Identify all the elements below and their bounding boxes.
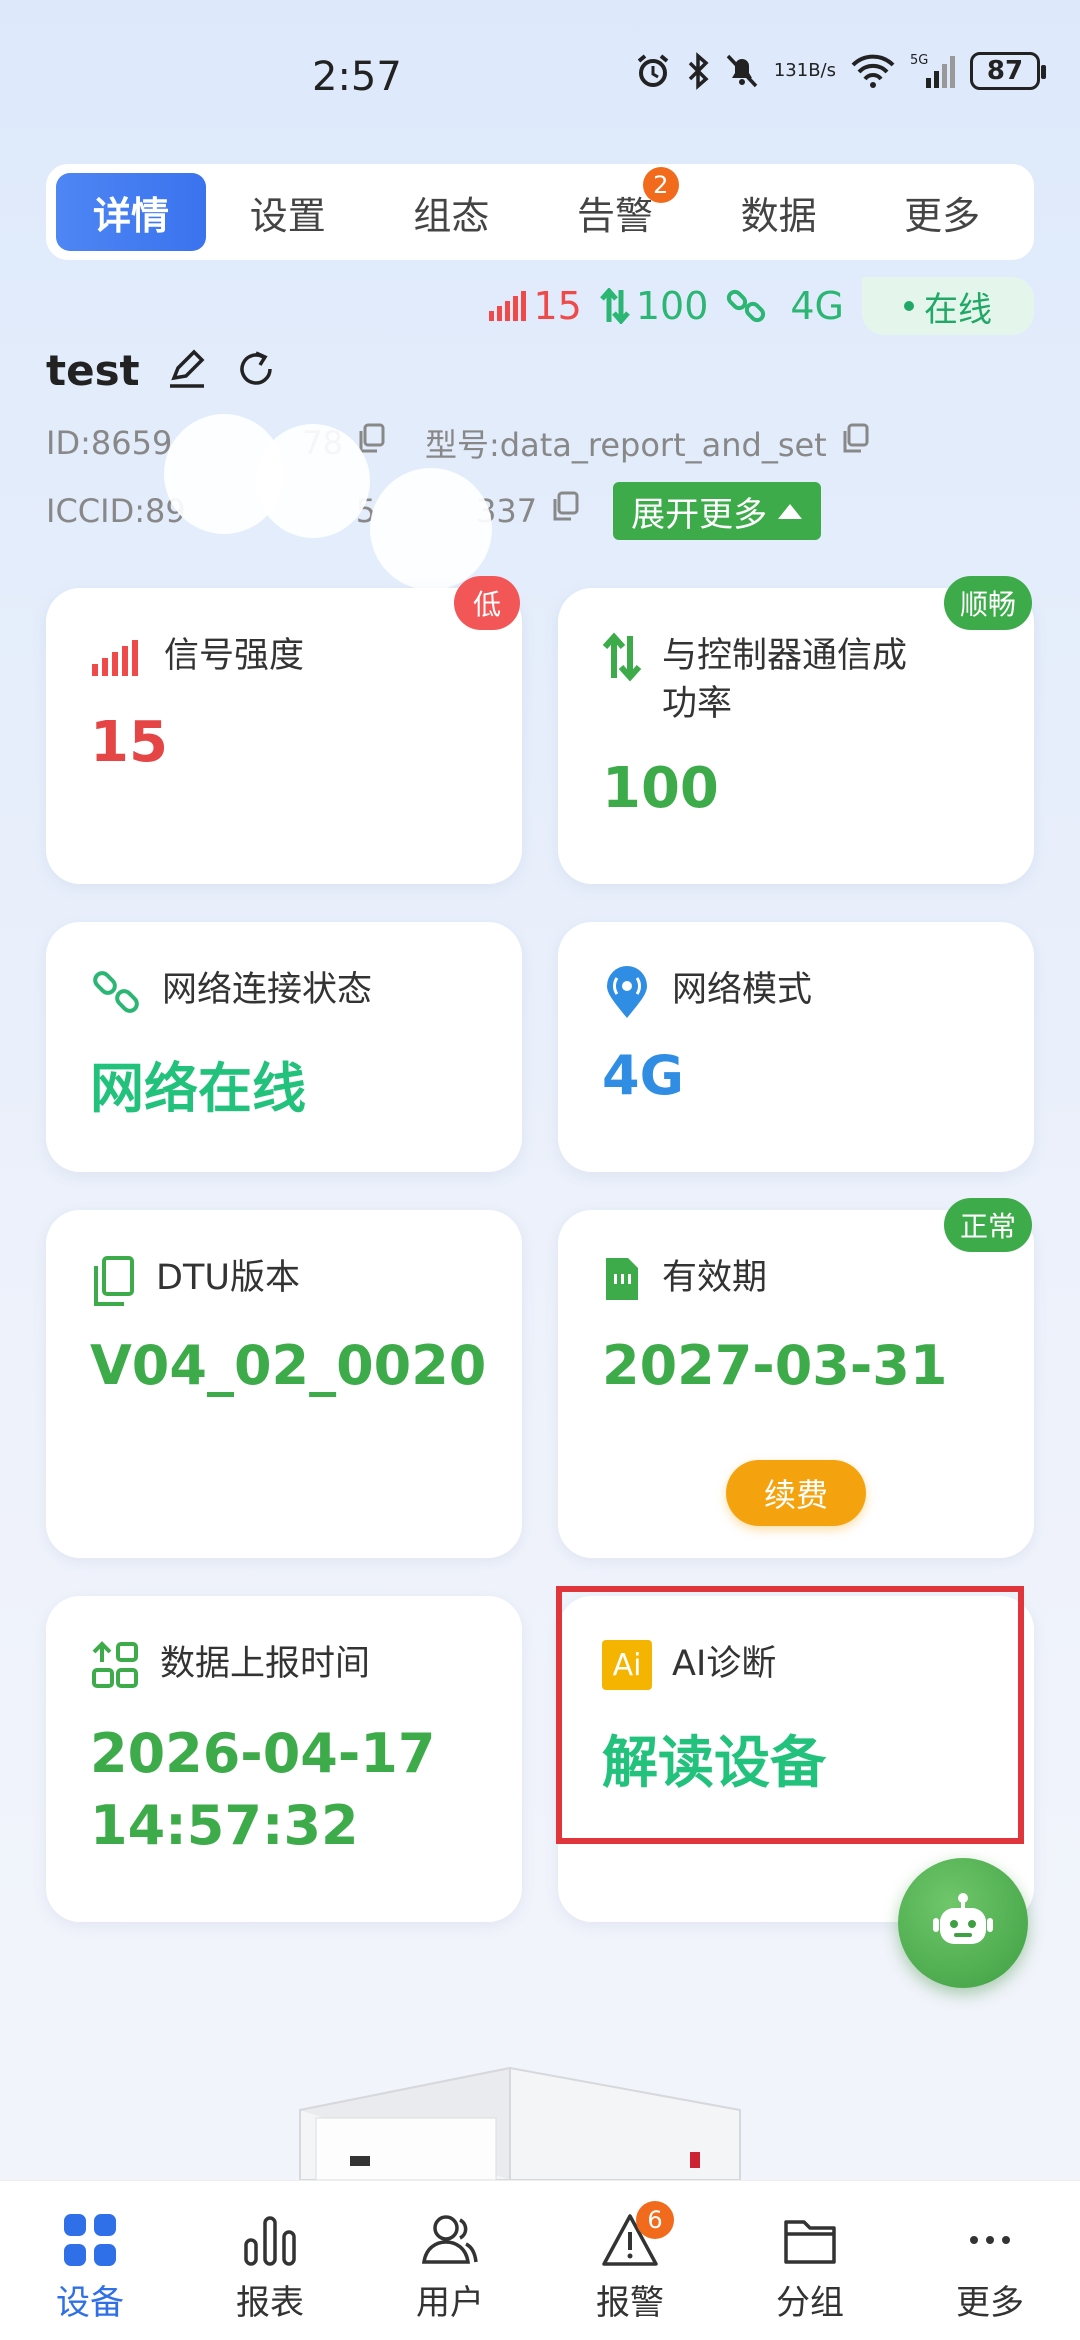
card-header: 网络模式 <box>602 966 812 1020</box>
upload-grid-icon <box>92 1641 138 1688</box>
card-header: 数据上报时间 <box>90 1640 370 1690</box>
device-building-illustration <box>299 2066 741 2180</box>
robot-icon <box>933 1893 993 1944</box>
report-time-value: 2026-04-17 14:57:32 <box>90 1722 436 1857</box>
signal-bars-icon <box>489 291 527 321</box>
comm-success-value: 100 <box>602 756 719 821</box>
status-icons: 131 B/s 5G 87 <box>634 52 1046 90</box>
transfer-arrows-icon <box>599 288 630 324</box>
tab-configuration[interactable]: 组态 <box>370 173 534 251</box>
grid-icon <box>62 2211 118 2269</box>
top-tab-bar: 详情 设置 组态 告警 2 数据 更多 <box>46 164 1034 260</box>
copy-model-icon[interactable] <box>839 423 871 463</box>
alarm-count-badge: 2 <box>642 167 679 203</box>
signal-indicator: 15 <box>489 284 582 328</box>
signal-value: 15 <box>90 710 168 775</box>
device-name: test <box>46 346 140 395</box>
ai-icon: Ai <box>602 1640 652 1690</box>
device-header: test <box>46 346 278 395</box>
card-header: 信号强度 <box>90 632 304 680</box>
nav-groups[interactable]: 分组 <box>720 2181 900 2340</box>
nav-users[interactable]: 用户 <box>360 2181 540 2340</box>
status-time: 2:57 <box>312 54 402 100</box>
refresh-icon[interactable] <box>234 347 278 395</box>
tab-data[interactable]: 数据 <box>697 173 861 251</box>
wifi-icon <box>850 53 896 89</box>
status-bar: 2:57 131 B/s 5G 87 <box>0 0 1080 160</box>
card-dtu-version[interactable]: DTU版本 V04_02_0020 <box>46 1210 522 1558</box>
link-icon <box>93 971 139 1013</box>
triangle-up-icon <box>778 504 803 519</box>
nav-more[interactable]: 更多 <box>900 2181 1080 2340</box>
card-header: DTU版本 <box>90 1254 300 1308</box>
card-header: 网络连接状态 <box>90 966 372 1018</box>
privacy-blur <box>256 424 370 538</box>
card-validity[interactable]: 有效期 2027-03-31 正常 续费 <box>558 1198 1034 1558</box>
signal-level-tag: 低 <box>454 576 520 630</box>
card-header: 与控制器通信成 功率 <box>602 632 907 728</box>
renew-button[interactable]: 续费 <box>726 1460 866 1526</box>
status-indicators: 15 100 4G 在线 <box>489 276 1034 336</box>
privacy-blur <box>370 468 492 590</box>
edit-icon[interactable] <box>166 348 208 394</box>
copy-iccid-icon[interactable] <box>549 491 581 531</box>
tab-settings[interactable]: 设置 <box>206 173 370 251</box>
dtu-version-value: V04_02_0020 <box>90 1334 487 1397</box>
bar-chart-icon <box>242 2211 298 2269</box>
signal-bars-icon <box>92 640 138 676</box>
copy-documents-icon <box>94 1256 134 1306</box>
svg-text:5G: 5G <box>910 53 928 68</box>
sim-card-icon <box>606 1258 638 1300</box>
more-icon <box>962 2211 1018 2269</box>
battery-indicator: 87 <box>970 52 1046 90</box>
ai-diagnosis-value[interactable]: 解读设备 <box>602 1718 826 1799</box>
nav-reports[interactable]: 报表 <box>180 2181 360 2340</box>
bottom-navigation: 设备 报表 用户 报警 6 分组 更多 <box>0 2180 1080 2340</box>
tab-details[interactable]: 详情 <box>56 173 206 251</box>
expand-more-button[interactable]: 展开更多 <box>613 482 822 540</box>
folder-icon <box>782 2211 838 2269</box>
network-mode-value: 4G <box>602 1044 684 1107</box>
bluetooth-icon <box>686 52 710 90</box>
comm-status-tag: 顺畅 <box>943 576 1032 630</box>
location-signal-icon <box>607 966 647 1018</box>
users-icon <box>420 2211 480 2269</box>
online-status-badge: 在线 <box>862 277 1034 335</box>
alarm-icon <box>634 52 672 90</box>
validity-status-tag: 正常 <box>943 1198 1032 1252</box>
card-network-mode[interactable]: 网络模式 4G <box>558 922 1034 1172</box>
card-header: Ai AI诊断 <box>602 1640 776 1690</box>
card-header: 有效期 <box>602 1254 767 1304</box>
cellular-icon: 5G <box>910 52 956 90</box>
network-state-value: 网络在线 <box>90 1057 306 1120</box>
online-dot <box>904 301 914 311</box>
card-network-state[interactable]: 网络连接状态 网络在线 <box>46 922 522 1172</box>
tab-alarms[interactable]: 告警 2 <box>533 167 697 251</box>
validity-value: 2027-03-31 <box>602 1334 948 1397</box>
card-report-time[interactable]: 数据上报时间 2026-04-17 14:57:32 <box>46 1596 522 1922</box>
device-model: 型号:data_report_and_set <box>425 426 827 464</box>
nav-devices[interactable]: 设备 <box>0 2181 180 2340</box>
card-comm-success-rate[interactable]: 与控制器通信成 功率 100 顺畅 <box>558 576 1034 884</box>
mute-icon <box>724 52 760 90</box>
nav-alarms[interactable]: 报警 6 <box>540 2181 720 2340</box>
mode-indicator: 4G <box>726 284 844 328</box>
transfer-arrows-icon <box>602 632 642 682</box>
success-rate-indicator: 100 <box>599 284 708 328</box>
net-speed: 131 B/s <box>773 60 836 81</box>
alarm-count-badge: 6 <box>636 2201 674 2239</box>
card-signal-strength[interactable]: 信号强度 15 低 <box>46 576 522 884</box>
link-icon <box>727 289 766 323</box>
tab-more[interactable]: 更多 <box>860 173 1024 251</box>
ai-assistant-button[interactable] <box>898 1858 1028 1988</box>
